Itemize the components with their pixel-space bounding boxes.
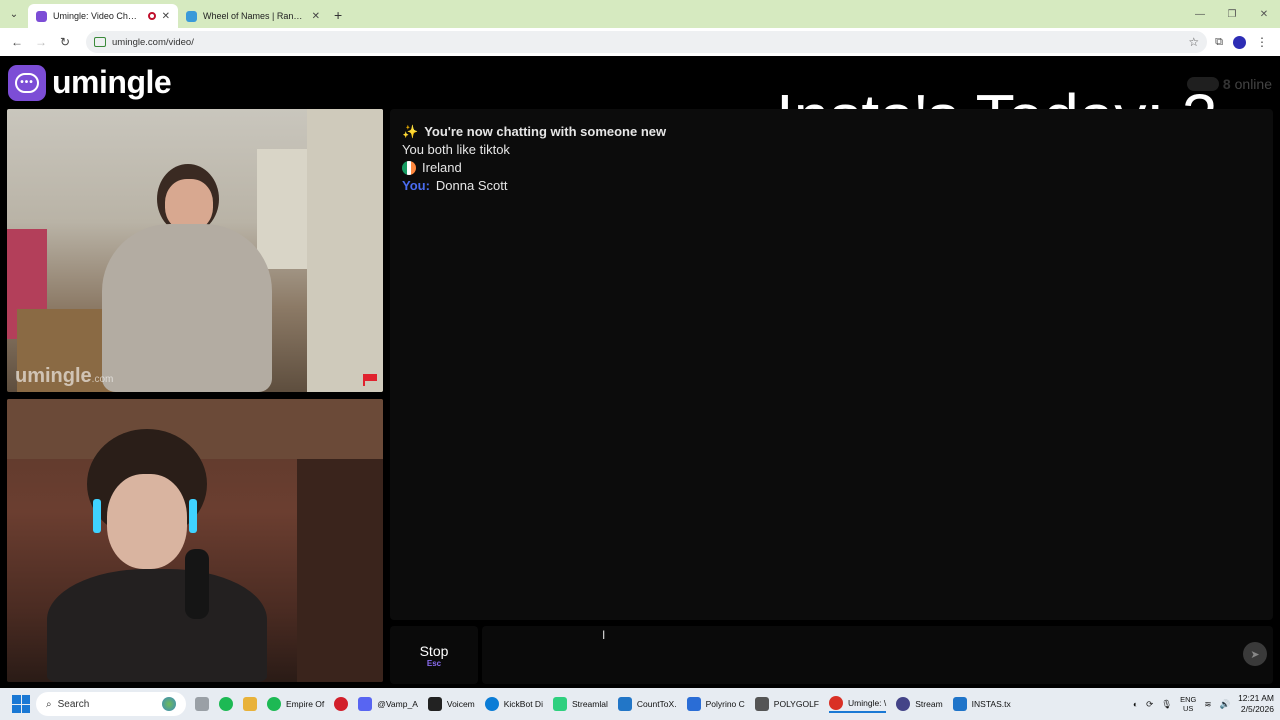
taskbar-search[interactable]: ⌕ Search [36,692,186,716]
recording-icon [147,12,156,20]
menu-kebab-icon[interactable]: ⋮ [1256,35,1268,49]
system-message: ✨ You're now chatting with someone new [402,124,667,139]
windows-start-icon[interactable] [12,695,30,713]
send-icon[interactable]: ➤ [1243,642,1267,666]
taskbar-item-discord[interactable]: @Vamp_A [358,697,418,711]
taskbar-item-polyrino[interactable]: Polyrino C [686,697,745,711]
theme-toggle[interactable] [1186,77,1219,91]
ireland-flag-icon [402,161,416,175]
tab-title: Umingle: Video Chat with S [53,11,142,21]
chat-log: ✨ You're now chatting with someone new Y… [390,109,1273,620]
chat-message: You: Donna Scott [402,177,1261,195]
language-indicator[interactable]: ENG US [1180,695,1196,713]
close-tab-icon[interactable]: ✕ [162,11,170,22]
taskbar-item-taskview[interactable] [195,697,209,711]
stop-button[interactable]: Stop Esc [390,626,478,684]
online-label: online [1234,76,1272,92]
chat-bubble-logo-icon: ••• [8,64,46,101]
taskbar-item-spotify[interactable]: Empire Of [267,697,324,711]
new-tab-button[interactable]: + [334,7,342,23]
tab-title: Wheel of Names | Random nam [203,11,306,21]
taskbar-item-vscode[interactable]: CountToX. [617,697,677,711]
discord-tray-icon[interactable]: ◐ [1133,699,1138,709]
sync-tray-icon[interactable]: ⟳ [1146,699,1153,710]
search-highlight-icon [162,697,176,711]
system-tray: ◐ ⟳ 🎙 ENG US ≋ 🔊 12:21 AM 2/5/2026 [1133,693,1274,715]
tab-umingle[interactable]: Umingle: Video Chat with S ✕ [28,4,178,28]
wheel-favicon-icon [186,10,197,22]
taskbar-item-chrome[interactable]: Umingle: \ [829,695,887,713]
umingle-watermark: umingle.com [15,365,114,387]
browser-nav-bar: ← → ↻ umingle.com/video/ ☆ ⧉ ⋮ [0,28,1280,56]
taskbar-item-voicemod[interactable]: Voicem [427,697,475,711]
clock[interactable]: 12:21 AM 2/5/2026 [1238,693,1274,715]
stranger-country: Ireland [402,159,1261,177]
close-tab-icon[interactable]: ✕ [312,11,320,22]
online-count: 8 [1222,76,1231,92]
back-icon[interactable]: ← [6,31,28,53]
window-controls: — ❐ ✕ [1184,0,1280,28]
umingle-favicon-icon [36,10,47,22]
taskbar-item-polygolf[interactable]: POLYGOLF [754,697,819,711]
taskbar-item-explorer[interactable] [243,697,257,711]
taskbar-item-notepad[interactable]: INSTAS.tx [952,697,1011,711]
taskbar-item-stream[interactable]: Stream [896,697,943,711]
close-window-icon[interactable]: ✕ [1248,9,1280,20]
logo-text: umingle [52,64,172,100]
taskbar-item-streamlabs[interactable]: Streamlal [552,697,608,711]
esc-shortcut-hint: Esc [426,658,442,668]
browser-tab-bar: ⌄ Umingle: Video Chat with S ✕ Wheel of … [0,0,1280,28]
message-text: Donna Scott [435,178,508,193]
extensions-icon[interactable]: ⧉ [1215,36,1223,49]
minimize-icon[interactable]: — [1184,9,1216,20]
tab-search-button[interactable]: ⌄ [4,4,24,24]
url-text: umingle.com/video/ [112,36,194,48]
chat-controls: Stop Esc I ➤ [390,624,1273,686]
windows-taskbar: ⌕ Search Empire Of @Vamp_A Voicem KickBo… [0,688,1280,720]
you-label: You: [402,178,430,193]
taskbar-item-edge[interactable]: KickBot Di [484,697,543,711]
taskbar-item-chatgpt[interactable] [219,697,233,711]
taskbar-item-opera[interactable] [334,697,349,711]
umingle-page: ••• umingle Insta's Today: 3 8 online um… [0,58,1280,688]
online-indicator: 8 online [1186,76,1272,92]
bookmark-star-icon[interactable]: ☆ [1188,35,1199,49]
camera-permission-icon[interactable] [94,37,106,47]
microphone-icon[interactable]: 🎙 [1161,699,1172,710]
tab-wheel-of-names[interactable]: Wheel of Names | Random nam ✕ [178,4,328,28]
text-cursor-icon: I [602,628,606,642]
report-flag-icon[interactable] [363,374,377,386]
stranger-video: umingle.com [7,109,383,392]
self-video [7,399,383,682]
message-input[interactable] [482,626,1273,684]
restore-icon[interactable]: ❐ [1216,9,1248,20]
profile-avatar[interactable] [1233,35,1246,49]
reload-icon[interactable]: ↻ [54,31,76,53]
common-interest: You both like tiktok [402,142,510,157]
umingle-logo[interactable]: ••• umingle [8,64,172,101]
sparkle-icon: ✨ [402,124,419,139]
wifi-icon[interactable]: ≋ [1204,699,1211,710]
search-icon: ⌕ [46,698,52,710]
forward-icon[interactable]: → [30,31,52,53]
volume-icon[interactable]: 🔊 [1219,699,1230,710]
address-bar[interactable]: umingle.com/video/ ☆ [86,31,1208,53]
